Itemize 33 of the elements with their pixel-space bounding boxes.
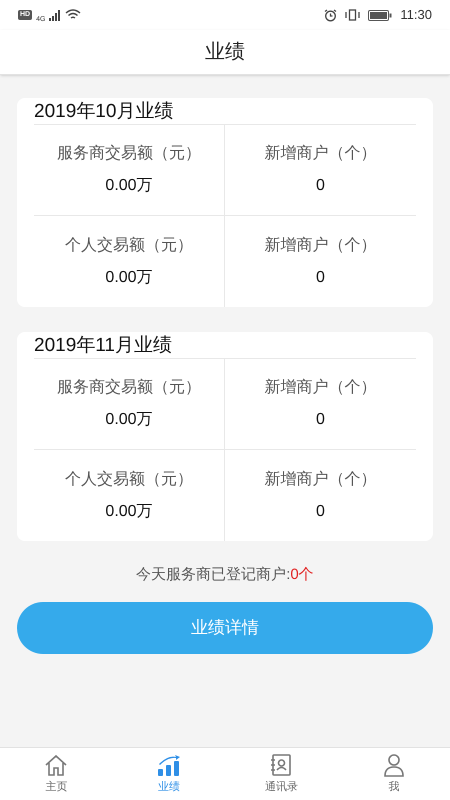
home-icon (43, 752, 70, 778)
stat-label: 新增商户（个） (264, 236, 376, 256)
stat-label: 新增商户（个） (264, 470, 376, 490)
stat-label: 新增商户（个） (264, 378, 376, 398)
summary-text: 今天服务商已登记商户: (136, 565, 290, 585)
stat-label: 新增商户（个） (264, 144, 376, 164)
merchant-count: 0个 (290, 565, 314, 585)
nav-tab[interactable]: 我 (338, 748, 450, 800)
page-title: 业绩 (205, 40, 245, 65)
card-title: 2019年11月业绩 (34, 334, 172, 358)
card-title: 2019年10月业绩 (34, 100, 174, 124)
stat-value: 0 (316, 410, 325, 430)
stat-value: 0 (316, 502, 325, 522)
stat-value: 0.00万 (105, 268, 153, 288)
wifi-icon (65, 9, 82, 21)
nav-tab[interactable]: 通讯录 (225, 748, 338, 800)
stat-value: 0 (316, 176, 325, 196)
stat-label: 个人交易额（元） (65, 236, 193, 256)
stat-label: 个人交易额（元） (65, 470, 193, 490)
nav-tab[interactable]: 主页 (0, 748, 112, 800)
alarm-icon (324, 8, 338, 22)
battery-icon (368, 10, 392, 20)
stat-value: 0.00万 (105, 176, 153, 196)
nav-tab[interactable]: 业绩 (112, 748, 225, 800)
stat-label: 服务商交易额（元） (57, 378, 201, 398)
signal-icon (49, 10, 62, 20)
bar-chart-icon (156, 752, 182, 778)
stat-value: 0.00万 (105, 410, 153, 430)
vibrate-icon (345, 9, 360, 21)
stat-label: 服务商交易额（元） (57, 144, 201, 164)
stat-value: 0 (316, 268, 325, 288)
stat-value: 0.00万 (105, 502, 153, 522)
clock-time: 11:30 (400, 6, 432, 24)
